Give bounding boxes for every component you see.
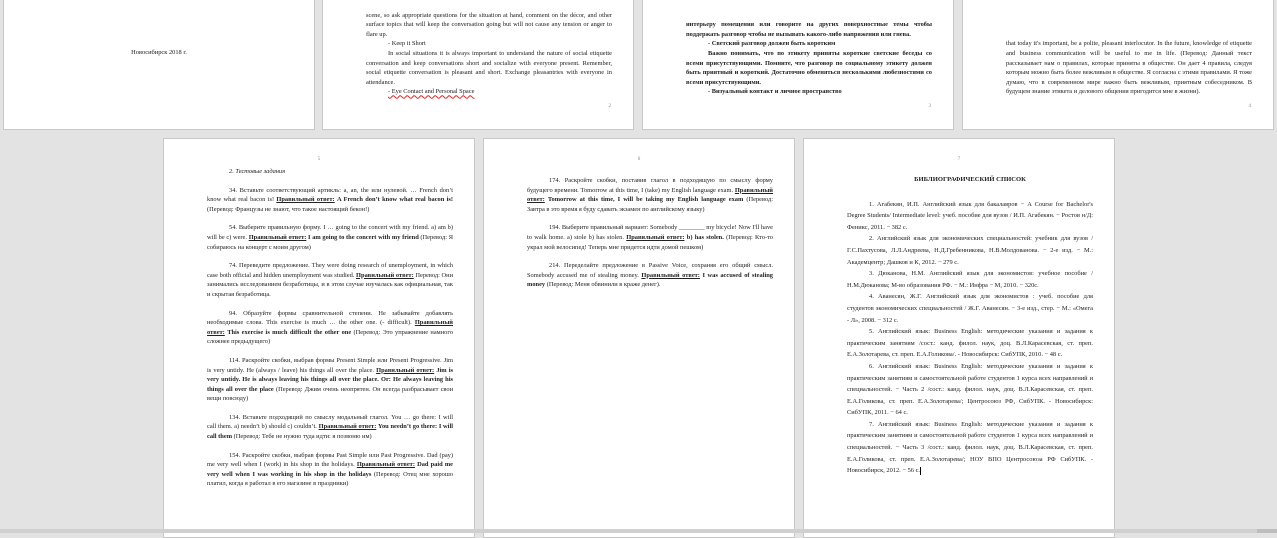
exercise-item: 174. Раскройте скобки, поставив глагол в… <box>527 176 773 214</box>
exercise-item: 54. Выберите правильную форму. I … going… <box>207 223 453 252</box>
translation-text: (Перевод: Тебе не нужно туда идти: я поз… <box>232 433 372 441</box>
answer-text: Tomorrow at this time, I will be taking … <box>544 196 744 204</box>
horizontal-scrollbar[interactable] <box>0 529 1277 533</box>
page-7[interactable]: 7 БИБЛИОГРАФИЧЕСКИЙ СПИСОК 1. Агабекян, … <box>803 138 1115 538</box>
exercise-list: 34. Вставьте соответствующий артикль: a,… <box>207 186 453 489</box>
paragraph: - Светский разговор должен быть коротким <box>708 40 836 48</box>
exercise-item: 134. Вставьте подходящий по смыслу модал… <box>207 413 453 442</box>
paragraph: - Keep it Short <box>388 40 426 48</box>
reference-item: 4. Аванесян, Ж.Г. Английский язык для эк… <box>847 293 1093 324</box>
page-number: 6 <box>637 157 641 162</box>
paragraph: - Визуальный контакт и личное пространст… <box>708 88 842 96</box>
reference-list: 1. Агабекян, И.П. Английский язык для ба… <box>847 199 1093 477</box>
exercise-item: 214. Переделайте предложение в Passive V… <box>527 261 773 290</box>
page-number: 4 <box>1248 104 1252 109</box>
translation-text: (Перевод: Французы не знают, что такое н… <box>207 205 370 213</box>
reference-item: 2. Английский язык для экономических спе… <box>847 235 1093 266</box>
page-2[interactable]: scene, so ask appropriate questions for … <box>322 0 634 130</box>
scrollbar-thumb[interactable] <box>1257 529 1277 533</box>
reference-item: 7. Английский язык: Business English: ме… <box>847 420 1093 475</box>
page-number: 7 <box>957 157 961 162</box>
page-body: 2. Тестовые задания 34. Вставьте соответ… <box>207 167 453 489</box>
paragraph: интерьеру помещения или говорите на друг… <box>686 21 932 38</box>
page-1[interactable]: Новосибирск 2018 г. <box>3 0 315 130</box>
page-6[interactable]: 6 174. Раскройте скобки, поставив глагол… <box>483 138 795 538</box>
page-body: интерьеру помещения или говорите на друг… <box>686 20 932 97</box>
bibliography-heading: БИБЛИОГРАФИЧЕСКИЙ СПИСОК <box>914 176 1026 183</box>
exercise-list: 174. Раскройте скобки, поставив глагол в… <box>527 176 773 290</box>
page-body: БИБЛИОГРАФИЧЕСКИЙ СПИСОК 1. Агабекян, И.… <box>847 167 1093 477</box>
section-title: 2. Тестовые задания <box>229 168 286 175</box>
answer-text: This exercise is much difficult the othe… <box>224 328 352 336</box>
answer-label: Правильный ответ: <box>641 271 700 279</box>
answer-label: Правильный ответ: <box>318 423 377 431</box>
city-year: Новосибирск 2018 г. <box>131 49 187 56</box>
exercise-item: 34. Вставьте соответствующий артикль: a,… <box>207 186 453 215</box>
paragraph: In social situations it is always import… <box>366 50 612 86</box>
page-body: that today it's important, be a polite, … <box>1006 39 1252 97</box>
translation-text: (Перевод: Меня обвинили в краже денег). <box>545 281 661 289</box>
answer-label: Правильный ответ: <box>356 271 414 279</box>
reference-item: 6. Английский язык: Business English: ме… <box>847 362 1093 417</box>
page-number: 3 <box>928 104 932 109</box>
text-cursor <box>920 466 921 475</box>
paragraph: that today it's important, be a polite, … <box>1006 40 1252 96</box>
page-body: 174. Раскройте скобки, поставив глагол в… <box>527 167 773 290</box>
answer-text: I am going to the concert with my friend <box>306 233 419 241</box>
exercise-item: 94. Образуйте формы сравнительной степен… <box>207 309 453 347</box>
answer-text: b) has stolen. <box>684 233 724 241</box>
paragraph: scene, so ask appropriate questions for … <box>366 11 612 38</box>
page-number: 2 <box>608 104 612 109</box>
exercise-item: 74. Переведите предложение. They were do… <box>207 261 453 299</box>
reference-item: 5. Английский язык: Business English: ме… <box>847 328 1093 359</box>
answer-text: A French don’t know what real bacon is! <box>334 196 453 204</box>
answer-label: Правильный ответ: <box>276 196 335 204</box>
reference-item: 1. Агабекян, И.П. Английский язык для ба… <box>847 200 1093 231</box>
answer-label: Правильный ответ: <box>248 233 307 241</box>
page-body: scene, so ask appropriate questions for … <box>366 11 612 97</box>
answer-label: Правильный ответ: <box>626 233 685 241</box>
reference-item: 3. Дюканова, Н.М. Английский язык для эк… <box>847 270 1093 289</box>
answer-label: Правильный ответ: <box>356 461 415 469</box>
paragraph: - Eye Contact and Personal Space <box>388 88 475 96</box>
page-4[interactable]: that today it's important, be a polite, … <box>962 0 1274 130</box>
paragraph: Важно понимать, что по этикету приняты к… <box>686 50 932 86</box>
page-3[interactable]: интерьеру помещения или говорите на друг… <box>642 0 954 130</box>
exercise-item: 154. Раскройте скобки, выбрав формы Past… <box>207 451 453 489</box>
page-number: 5 <box>317 157 321 162</box>
answer-label: Правильный ответ: <box>376 366 435 374</box>
exercise-item: 194. Выберите правильный вариант: Somebo… <box>527 223 773 252</box>
page-5[interactable]: 5 2. Тестовые задания 34. Вставьте соотв… <box>163 138 475 538</box>
exercise-item: 114. Раскройте скобки, выбрав формы Pres… <box>207 356 453 404</box>
